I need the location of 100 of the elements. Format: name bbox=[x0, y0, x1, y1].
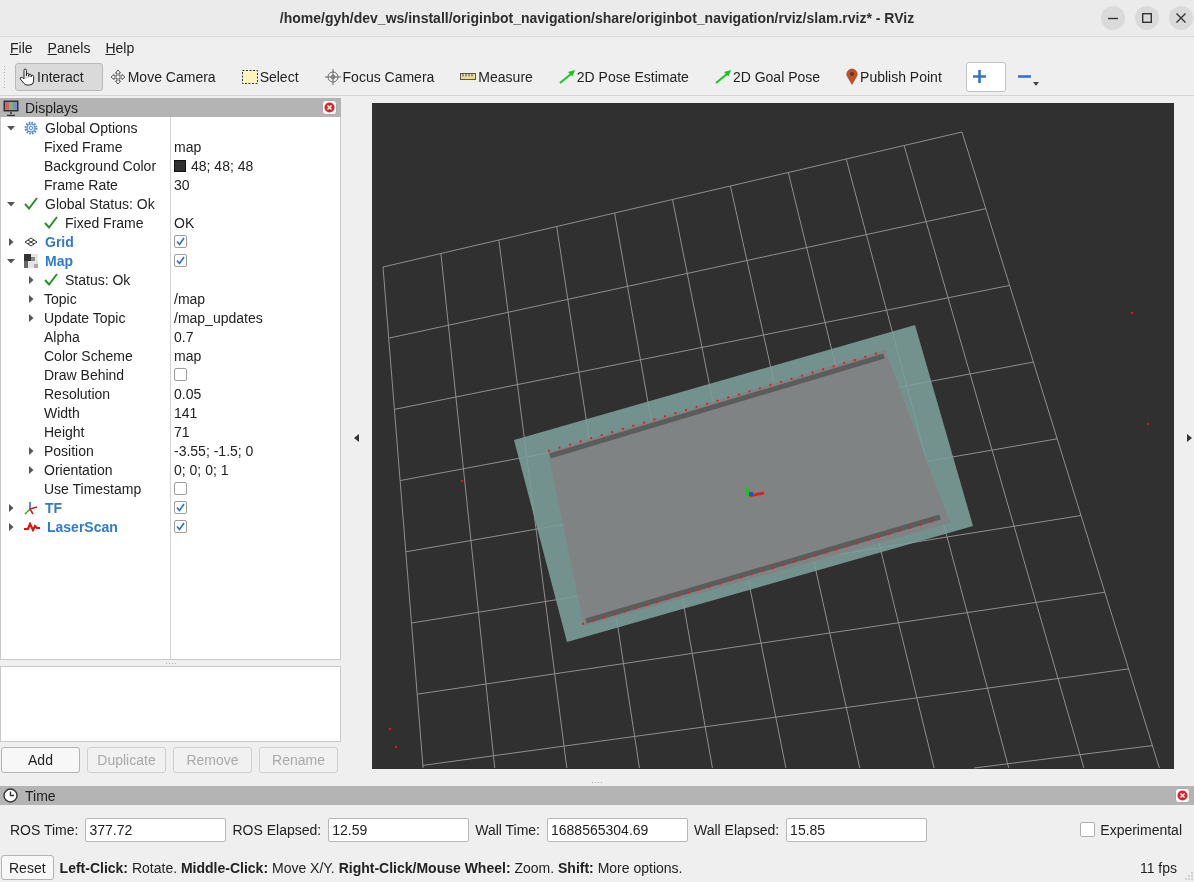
tree-item-label[interactable]: Topic bbox=[44, 290, 77, 307]
property-value: 0; 0; 0; 1 bbox=[174, 461, 229, 478]
laser-point bbox=[1130, 311, 1134, 315]
move-camera-tool[interactable]: Move Camera bbox=[105, 62, 235, 91]
tree-item-label[interactable]: Map bbox=[45, 252, 73, 269]
property-value: 0.7 bbox=[174, 328, 194, 345]
checkbox[interactable] bbox=[174, 368, 187, 381]
tree-item-label[interactable]: Background Color bbox=[44, 157, 157, 174]
time-field[interactable]: 377.72 bbox=[85, 817, 227, 842]
tree-item-label[interactable]: Draw Behind bbox=[44, 366, 125, 383]
gear-icon bbox=[24, 120, 38, 135]
fps-counter: 11 fps bbox=[1139, 859, 1177, 876]
field-label: Wall Elapsed: bbox=[694, 821, 780, 838]
checkbox[interactable] bbox=[174, 254, 187, 267]
menu-item[interactable]: Help bbox=[105, 39, 135, 56]
expander-icon[interactable] bbox=[27, 446, 35, 455]
laser-point bbox=[1146, 422, 1150, 426]
zigzag-icon bbox=[24, 521, 40, 532]
time-field[interactable]: 1688565304.69 bbox=[547, 817, 688, 842]
tree-item-label[interactable]: Resolution bbox=[44, 385, 111, 402]
measure-tool[interactable]: Measure bbox=[456, 62, 552, 91]
menu-item[interactable]: File bbox=[10, 39, 33, 56]
ruler-icon bbox=[460, 73, 477, 80]
help-text: Left-Click: Rotate. Middle-Click: Move X/Y. Right-Click/Mouse Wheel: Zoom. Shift: More options. bbox=[59, 859, 683, 876]
laser-point bbox=[460, 479, 464, 483]
expander-icon[interactable] bbox=[7, 256, 15, 265]
tree-item-label[interactable]: Update Topic bbox=[44, 309, 126, 326]
time-field[interactable]: 15.85 bbox=[786, 817, 928, 842]
panel-title: Displays bbox=[25, 99, 78, 116]
close-button[interactable] bbox=[1169, 6, 1193, 30]
resize-grip-icon[interactable] bbox=[1185, 872, 1193, 880]
tree-item-label[interactable]: Orientation bbox=[44, 461, 113, 478]
menu-item[interactable]: Panels bbox=[47, 39, 91, 56]
expander-icon[interactable] bbox=[7, 522, 15, 531]
dashed-rectangle-icon bbox=[241, 69, 258, 84]
tree-item-label[interactable]: Width bbox=[44, 404, 80, 421]
checkbox-label[interactable]: Experimental bbox=[1100, 821, 1182, 838]
select-tool[interactable]: Select bbox=[237, 62, 318, 91]
tree-item-label[interactable]: Grid bbox=[45, 233, 74, 250]
expander-icon[interactable] bbox=[27, 465, 35, 474]
tree-item-label[interactable]: Fixed Frame bbox=[65, 214, 144, 231]
robot-axes-icon bbox=[744, 486, 765, 498]
tree-item-label[interactable]: TF bbox=[45, 499, 63, 516]
clock-icon bbox=[3, 788, 18, 803]
tree-item-label[interactable]: Use Timestamp bbox=[44, 480, 142, 497]
pose-estimate-tool[interactable]: 2D Pose Estimate bbox=[554, 62, 708, 91]
grid-icon bbox=[24, 236, 38, 247]
interact-tool[interactable]: Interact bbox=[15, 62, 103, 91]
expander-icon[interactable] bbox=[7, 237, 15, 246]
reset-button[interactable]: Reset bbox=[1, 855, 54, 880]
goal-pose-tool[interactable]: 2D Goal Pose bbox=[710, 62, 840, 91]
close-icon bbox=[1176, 13, 1186, 23]
expander-icon[interactable] bbox=[27, 313, 35, 322]
publish-point-tool[interactable]: Publish Point bbox=[842, 62, 961, 91]
property-value: /map bbox=[174, 290, 206, 307]
property-value: map bbox=[174, 347, 202, 364]
toolbar-grip-icon[interactable] bbox=[3, 64, 7, 89]
close-icon[interactable] bbox=[322, 100, 337, 115]
property-value: OK bbox=[174, 214, 195, 231]
panel-button[interactable]: Add bbox=[1, 747, 80, 773]
tree-item-label[interactable]: Height bbox=[44, 423, 85, 440]
property-value: /map_updates bbox=[174, 309, 263, 326]
tree-item-label[interactable]: Position bbox=[44, 442, 94, 459]
expander-icon[interactable] bbox=[7, 503, 15, 512]
field-label: Wall Time: bbox=[475, 821, 540, 838]
expander-icon[interactable] bbox=[7, 199, 15, 208]
check-icon bbox=[44, 216, 58, 229]
check-icon bbox=[24, 197, 38, 210]
checkbox[interactable] bbox=[174, 482, 187, 495]
property-value: map bbox=[174, 138, 202, 155]
check-icon bbox=[44, 273, 58, 286]
splitter-handle[interactable] bbox=[591, 780, 603, 784]
checkbox[interactable] bbox=[174, 520, 187, 533]
tree-item-label[interactable]: Frame Rate bbox=[44, 176, 118, 193]
tree-item-label[interactable]: Status: Ok bbox=[65, 271, 131, 288]
expander-icon[interactable] bbox=[27, 275, 35, 284]
checkbox[interactable] bbox=[1080, 822, 1096, 837]
laser-point bbox=[394, 745, 398, 749]
tree-item-label[interactable]: LaserScan bbox=[47, 518, 118, 535]
right-triangle-icon[interactable] bbox=[1187, 434, 1192, 442]
left-triangle-icon[interactable] bbox=[354, 434, 359, 442]
expander-icon[interactable] bbox=[27, 294, 35, 303]
move-arrows-icon bbox=[109, 68, 126, 85]
expander-icon[interactable] bbox=[7, 123, 15, 132]
maximize-button[interactable] bbox=[1135, 6, 1159, 30]
field-label: ROS Elapsed: bbox=[232, 821, 322, 838]
close-icon[interactable] bbox=[1175, 788, 1190, 803]
add-tool-button[interactable] bbox=[965, 61, 1006, 92]
tree-item-label[interactable]: Color Scheme bbox=[44, 347, 133, 364]
checkbox[interactable] bbox=[174, 501, 187, 514]
splitter-handle[interactable] bbox=[164, 661, 177, 665]
tree-item-label[interactable]: Global Status: Ok bbox=[45, 195, 155, 212]
tree-item-label[interactable]: Fixed Frame bbox=[44, 138, 123, 155]
focus-camera-tool[interactable]: Focus Camera bbox=[320, 62, 454, 91]
tree-item-label[interactable]: Alpha bbox=[44, 328, 80, 345]
minimize-icon bbox=[1108, 16, 1118, 20]
tree-item-label[interactable]: Global Options bbox=[45, 119, 138, 136]
caret-icon bbox=[1032, 81, 1039, 86]
time-field[interactable]: 12.59 bbox=[328, 817, 470, 842]
checkbox[interactable] bbox=[174, 235, 187, 248]
